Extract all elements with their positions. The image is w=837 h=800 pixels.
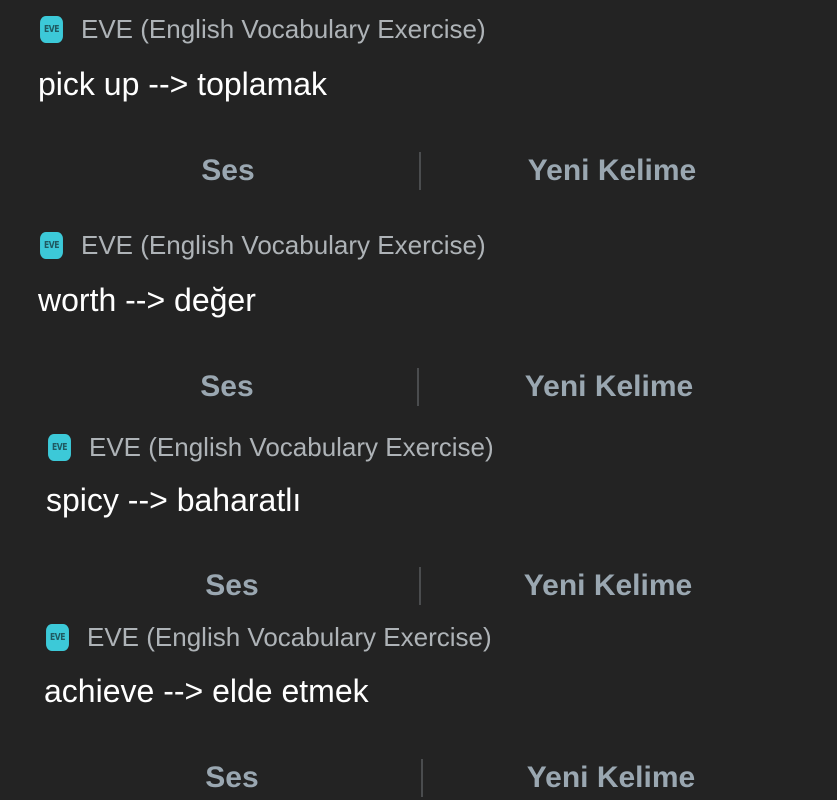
notification-header: EVE EVE (English Vocabulary Exercise) bbox=[38, 230, 486, 260]
new-word-button[interactable]: Yeni Kelime bbox=[481, 758, 741, 798]
app-name: EVE (English Vocabulary Exercise) bbox=[89, 431, 494, 462]
eve-app-icon: EVE bbox=[40, 231, 63, 259]
eve-app-icon: EVE bbox=[40, 15, 63, 43]
notification-actions: Ses Yeni Kelime bbox=[0, 367, 837, 407]
notification[interactable]: EVE EVE (English Vocabulary Exercise) ac… bbox=[0, 622, 837, 800]
notification-actions: Ses Yeni Kelime bbox=[0, 151, 837, 191]
sound-button[interactable]: Ses bbox=[128, 151, 328, 191]
app-name: EVE (English Vocabulary Exercise) bbox=[81, 229, 486, 260]
notification-title: spicy --> baharatlı bbox=[46, 482, 302, 518]
notification-title: achieve --> elde etmek bbox=[44, 673, 369, 709]
app-name: EVE (English Vocabulary Exercise) bbox=[81, 13, 486, 44]
sound-button[interactable]: Ses bbox=[132, 758, 332, 798]
app-name: EVE (English Vocabulary Exercise) bbox=[87, 621, 492, 652]
eve-app-icon: EVE bbox=[48, 433, 71, 461]
notification[interactable]: EVE EVE (English Vocabulary Exercise) wo… bbox=[0, 230, 837, 430]
sound-button[interactable]: Ses bbox=[132, 566, 332, 606]
eve-app-icon: EVE bbox=[46, 623, 69, 651]
action-divider bbox=[419, 152, 421, 190]
notification-list: EVE EVE (English Vocabulary Exercise) pi… bbox=[0, 0, 837, 800]
notification[interactable]: EVE EVE (English Vocabulary Exercise) sp… bbox=[0, 432, 837, 622]
notification-actions: Ses Yeni Kelime bbox=[0, 566, 837, 606]
notification-title: pick up --> toplamak bbox=[38, 66, 328, 102]
notification-title: worth --> değer bbox=[38, 282, 256, 318]
notification-actions: Ses Yeni Kelime bbox=[0, 758, 837, 798]
action-divider bbox=[419, 567, 421, 605]
new-word-button[interactable]: Yeni Kelime bbox=[478, 566, 738, 606]
notification[interactable]: EVE EVE (English Vocabulary Exercise) pi… bbox=[0, 14, 837, 214]
action-divider bbox=[421, 759, 423, 797]
notification-header: EVE EVE (English Vocabulary Exercise) bbox=[38, 14, 486, 44]
notification-header: EVE EVE (English Vocabulary Exercise) bbox=[46, 432, 494, 462]
notification-header: EVE EVE (English Vocabulary Exercise) bbox=[44, 622, 492, 652]
action-divider bbox=[417, 368, 419, 406]
new-word-button[interactable]: Yeni Kelime bbox=[479, 367, 739, 407]
sound-button[interactable]: Ses bbox=[127, 367, 327, 407]
new-word-button[interactable]: Yeni Kelime bbox=[482, 151, 742, 191]
